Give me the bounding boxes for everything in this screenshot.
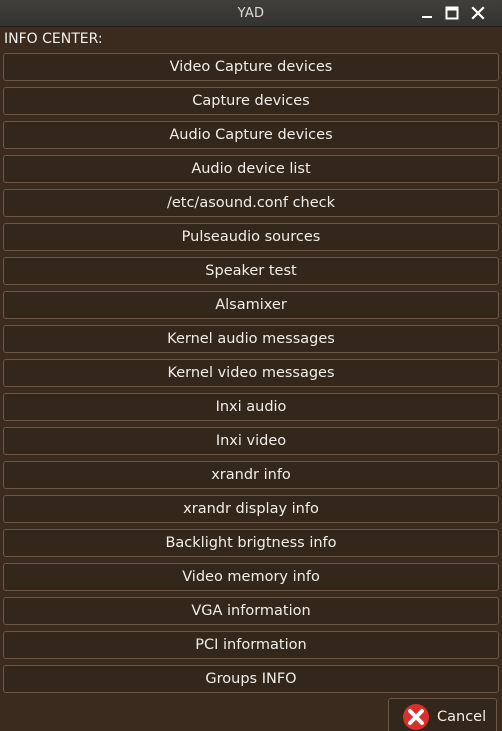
info-button[interactable]: Capture devices — [3, 87, 499, 115]
info-button-label: Capture devices — [192, 93, 310, 109]
info-button[interactable]: Backlight brigtness info — [3, 529, 499, 557]
info-button-label: Pulseaudio sources — [181, 229, 321, 245]
info-button-label: Inxi audio — [215, 399, 287, 415]
info-button[interactable]: xrandr info — [3, 461, 499, 489]
info-button-label: Kernel audio messages — [167, 331, 335, 347]
minimize-icon[interactable] — [418, 4, 436, 22]
maximize-icon[interactable] — [443, 4, 461, 22]
close-icon[interactable] — [469, 4, 487, 22]
info-button-label: PCI information — [195, 637, 307, 653]
info-button[interactable]: Groups INFO — [3, 665, 499, 693]
info-button-label: Kernel video messages — [167, 365, 335, 381]
dialog-content: INFO CENTER: Video Capture devices Captur… — [0, 27, 502, 731]
title-bar[interactable]: YAD — [0, 0, 502, 27]
info-button-label: /etc/asound.conf check — [166, 195, 336, 211]
cancel-button[interactable]: Cancel — [388, 698, 497, 731]
info-button-label: Video Capture devices — [169, 59, 333, 75]
yad-window: YAD INFO CENTER: Video Capture devices Ca… — [0, 0, 502, 731]
info-button-label: xrandr info — [211, 467, 291, 483]
info-button-label: Groups INFO — [205, 671, 297, 687]
info-button-label: Audio device list — [191, 161, 311, 177]
cancel-button-label: Cancel — [437, 709, 487, 725]
info-button[interactable]: /etc/asound.conf check — [3, 189, 499, 217]
info-button-label: Inxi video — [215, 433, 287, 449]
info-button-label: Audio Capture devices — [169, 127, 333, 143]
info-button[interactable]: Kernel video messages — [3, 359, 499, 387]
info-center-label: INFO CENTER: — [4, 31, 103, 47]
info-button[interactable]: Speaker test — [3, 257, 499, 285]
info-button[interactable]: Kernel audio messages — [3, 325, 499, 353]
info-button[interactable]: Audio device list — [3, 155, 499, 183]
info-button[interactable]: Pulseaudio sources — [3, 223, 499, 251]
info-button[interactable]: Video Capture devices — [3, 53, 499, 81]
info-button-label: Speaker test — [205, 263, 297, 279]
info-button[interactable]: Inxi video — [3, 427, 499, 455]
info-button[interactable]: PCI information — [3, 631, 499, 659]
info-button[interactable]: VGA information — [3, 597, 499, 625]
info-button-label: Video memory info — [182, 569, 320, 585]
info-button[interactable]: xrandr display info — [3, 495, 499, 523]
info-button-label: Alsamixer — [215, 297, 287, 313]
info-button-list: Video Capture devices Capture devices Audi… — [3, 53, 499, 699]
info-button[interactable]: Inxi audio — [3, 393, 499, 421]
info-button[interactable]: Video memory info — [3, 563, 499, 591]
info-button-label: xrandr display info — [183, 501, 319, 517]
info-button[interactable]: Audio Capture devices — [3, 121, 499, 149]
info-button-label: VGA information — [191, 603, 311, 619]
cancel-x-icon — [401, 702, 431, 731]
info-button[interactable]: Alsamixer — [3, 291, 499, 319]
info-button-label: Backlight brigtness info — [165, 535, 337, 551]
